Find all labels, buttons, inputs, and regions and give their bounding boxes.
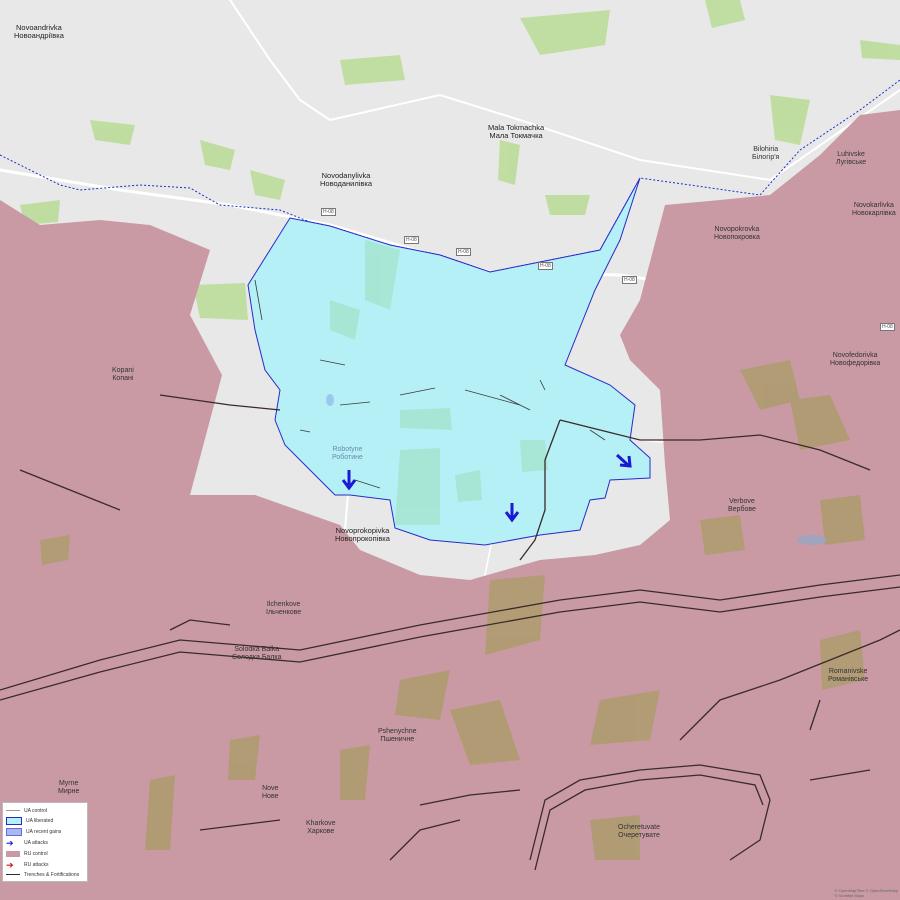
road-label-h08: H-08 xyxy=(538,262,553,270)
place-name-latin: Romanivske xyxy=(828,668,868,675)
place-name-cyrillic: Новоандріївка xyxy=(14,31,64,40)
place-name-cyrillic: Нове xyxy=(262,793,279,800)
place-name-latin: Kopani xyxy=(112,367,134,374)
place-name-latin: Ocheretuvate xyxy=(618,824,661,831)
place-novoprokopivka: Novoprokopivka Новопрокопівка xyxy=(335,527,390,543)
red-arrow-icon: ➔ xyxy=(6,859,14,870)
map-layers xyxy=(0,0,900,900)
place-name-latin: Luhivske xyxy=(837,151,865,158)
legend-item-ru-attacks: ➔ RU attacks xyxy=(6,860,86,869)
legend-item-ru-control: RU control xyxy=(6,849,86,858)
legend-label: UA recent gains xyxy=(26,828,62,835)
place-ilchenkove: Ilchenkove Ільченкове xyxy=(266,601,301,617)
place-novofedorivka: Novofedorivka Новофедорівка xyxy=(830,352,880,368)
legend-swatch-pink xyxy=(6,850,20,857)
place-novoandriivka: Novoandrivka Новоандріївка xyxy=(14,24,64,40)
place-name-latin: Kharkove xyxy=(306,820,336,827)
place-name-cyrillic: Білогір'я xyxy=(752,154,780,161)
place-robotyne: Robotyne Роботине xyxy=(332,446,363,462)
place-name-latin: Novopokrovka xyxy=(714,226,760,233)
map-attribution: © OpenMapTiles © OpenStreetMap © Scribbl… xyxy=(835,888,898,898)
legend-swatch-line xyxy=(6,810,20,811)
place-nove: Nove Нове xyxy=(262,785,278,801)
place-name-latin: Pshenychne xyxy=(378,728,417,735)
legend-item-ua-control: UA control xyxy=(6,806,86,815)
road-label-h08: H-08 xyxy=(880,323,895,331)
legend-label: RU attacks xyxy=(24,861,49,868)
place-luhivske: Luhivske Лугівське xyxy=(836,151,866,167)
place-name-latin: Ilchenkove xyxy=(266,601,301,608)
place-ocheretuvate: Ocheretuvate Очеретувате xyxy=(618,824,660,840)
place-name-cyrillic: Романівське xyxy=(828,676,869,683)
road-label-h08: H-08 xyxy=(321,208,336,216)
place-kharkove: Kharkove Харкове xyxy=(306,820,336,836)
place-name-cyrillic: Новоданилівка xyxy=(320,179,373,188)
place-name-cyrillic: Новофедорівка xyxy=(830,360,881,367)
pond xyxy=(797,535,827,545)
place-name-cyrillic: Мирне xyxy=(58,788,80,795)
place-name-cyrillic: Копані xyxy=(112,375,134,382)
place-name-cyrillic: Харкове xyxy=(307,828,335,835)
road-label-h08: H-08 xyxy=(456,248,471,256)
legend-item-ua-liberated: UA liberated xyxy=(6,816,86,825)
place-novokarlivka: Novokarlivka Новокарлівка xyxy=(852,202,896,218)
place-novopokrovka: Novopokrovka Новопокровка xyxy=(714,226,760,242)
attribution-line: © Scribble Maps xyxy=(834,893,865,898)
place-name-cyrillic: Мала Токмачка xyxy=(489,131,543,140)
legend-item-ua-recent-gains: UA recent gains xyxy=(6,827,86,836)
place-name-latin: Bilohiria xyxy=(753,146,779,153)
place-novodanylivka: Novodanylivka Новоданилівка xyxy=(320,172,372,188)
place-myrne: Myrne Мирне xyxy=(58,780,79,796)
place-kopani: Kopani Копані xyxy=(112,367,134,383)
map-view[interactable]: Novoandrivka Новоандріївка Mala Tokmachk… xyxy=(0,0,900,900)
legend-label: Trenches & Fortifications xyxy=(24,871,80,878)
place-name-cyrillic: Очеретувате xyxy=(618,832,660,839)
place-name-cyrillic: Лугівське xyxy=(836,159,867,166)
place-mala-tokmachka: Mala Tokmachka Мала Токмачка xyxy=(488,124,544,140)
place-name-cyrillic: Новокарлівка xyxy=(852,210,896,217)
road-label-h08: H-08 xyxy=(404,236,419,244)
place-name-latin: Novofedorivka xyxy=(832,352,878,359)
legend-label: UA attacks xyxy=(24,839,48,846)
legend-label: RU control xyxy=(24,850,48,857)
place-name-latin: Robotyne xyxy=(332,446,363,453)
legend-item-ua-attacks: ➔ UA attacks xyxy=(6,838,86,847)
legend-swatch-cyan xyxy=(6,816,22,825)
place-romanivske: Romanivske Романівське xyxy=(828,668,868,684)
place-name-latin: Myrne xyxy=(58,780,79,787)
place-solodka-balka: Solodka Balka Солодка Балка xyxy=(232,646,282,662)
place-name-cyrillic: Новопрокопівка xyxy=(335,534,390,543)
place-name-cyrillic: Солодка Балка xyxy=(232,654,282,661)
map-legend: UA control UA liberated UA recent gains … xyxy=(2,802,88,882)
legend-item-trenches: Trenches & Fortifications xyxy=(6,870,86,879)
place-name-cyrillic: Роботине xyxy=(332,454,363,461)
blue-arrow-icon: ➔ xyxy=(6,837,14,848)
legend-swatch-blue xyxy=(6,827,22,836)
place-bilohiria: Bilohiria Білогір'я xyxy=(752,146,779,162)
pond xyxy=(326,394,334,406)
place-name-cyrillic: Пшеничне xyxy=(380,736,415,743)
place-name-latin: Solodka Balka xyxy=(234,646,280,653)
legend-label: UA control xyxy=(24,807,48,814)
place-name-latin: Novokarlivka xyxy=(853,202,894,209)
place-name-cyrillic: Новопокровка xyxy=(714,234,760,241)
legend-label: UA liberated xyxy=(26,817,54,824)
road-label-h08: H-08 xyxy=(622,276,637,284)
place-verbove: Verbove Вербове xyxy=(728,498,756,514)
place-name-cyrillic: Ільченкове xyxy=(266,609,302,616)
place-name-latin: Nove xyxy=(262,785,279,792)
place-name-cyrillic: Вербове xyxy=(728,506,756,513)
place-pshenychne: Pshenychne Пшеничне xyxy=(378,728,417,744)
place-name-latin: Verbove xyxy=(729,498,755,505)
legend-swatch-dark-line xyxy=(6,874,20,875)
